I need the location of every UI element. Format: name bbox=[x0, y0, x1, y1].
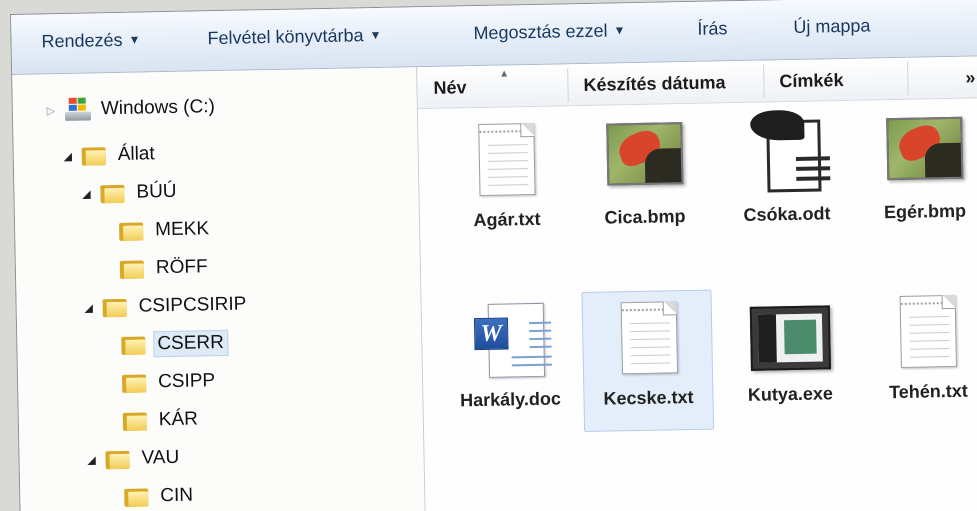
column-header-label: Készítés dátuma bbox=[583, 71, 726, 95]
folder-icon bbox=[121, 334, 146, 355]
tree-item-label: CSIPCSIRIP bbox=[138, 293, 247, 317]
folder-icon bbox=[119, 220, 144, 241]
share-with-menu[interactable]: Megosztás ezzel ▼ bbox=[473, 20, 625, 44]
folder-icon bbox=[122, 410, 148, 431]
bitmap-image-icon bbox=[886, 116, 964, 181]
column-divider[interactable] bbox=[907, 61, 909, 96]
text-file-icon bbox=[899, 294, 957, 368]
tree-item-drive-c[interactable]: ▷ Windows (C:) bbox=[43, 89, 216, 128]
tree-item-kar[interactable]: KÁR bbox=[122, 401, 198, 438]
dropdown-arrow-icon: ▼ bbox=[369, 27, 382, 43]
file-item-tehen[interactable]: Tehén.txt bbox=[861, 284, 977, 426]
file-name: Tehén.txt bbox=[888, 380, 968, 403]
tree-item-label: CSERR bbox=[153, 329, 229, 358]
file-name: Agár.txt bbox=[473, 208, 541, 231]
column-header-date[interactable]: Készítés dátuma bbox=[583, 60, 774, 106]
new-folder-label: Új mappa bbox=[793, 15, 871, 37]
column-header-label: Címkék bbox=[779, 69, 844, 91]
burn-button[interactable]: Írás bbox=[697, 18, 727, 40]
dropdown-arrow-icon: ▼ bbox=[613, 23, 626, 38]
file-item-csoka[interactable]: Csóka.odt bbox=[720, 107, 853, 249]
share-with-label: Megosztás ezzel bbox=[473, 20, 608, 44]
more-columns-chevron-icon: » bbox=[965, 66, 976, 88]
file-item-agar[interactable]: Agár.txt bbox=[440, 112, 573, 254]
file-name: Csóka.odt bbox=[743, 203, 831, 225]
bitmap-image-icon bbox=[606, 122, 684, 186]
folder-icon bbox=[124, 486, 149, 507]
navigation-pane: ▷ Windows (C:) ◢ Állat ◢ BÚÚ MEKK RÖFF ◢… bbox=[12, 67, 426, 511]
tree-item-mekk[interactable]: MEKK bbox=[119, 211, 210, 249]
tree-item-label: Windows (C:) bbox=[100, 96, 216, 120]
text-file-icon bbox=[620, 301, 679, 375]
folder-icon bbox=[100, 183, 125, 204]
organize-menu[interactable]: Rendezés ▼ bbox=[41, 30, 140, 53]
drive-icon bbox=[64, 97, 92, 121]
file-item-harkaly[interactable]: W Harkály.doc bbox=[443, 292, 576, 434]
include-library-label: Felvétel könyvtárba bbox=[207, 25, 364, 49]
burn-label: Írás bbox=[697, 18, 728, 39]
tree-item-label: VAU bbox=[141, 446, 180, 469]
file-name: Harkály.doc bbox=[459, 388, 562, 411]
folder-icon bbox=[121, 372, 147, 393]
file-item-kutya[interactable]: Kutya.exe bbox=[723, 287, 856, 429]
file-name: Kutya.exe bbox=[747, 383, 834, 405]
folder-icon bbox=[81, 145, 106, 166]
tree-item-cin[interactable]: CIN bbox=[124, 478, 193, 511]
tree-item-label: CIN bbox=[160, 484, 194, 507]
tree-item-label: Állat bbox=[117, 143, 155, 165]
file-name: Kecske.txt bbox=[603, 386, 694, 409]
dropdown-arrow-icon: ▼ bbox=[128, 32, 141, 47]
new-folder-button[interactable]: Új mappa bbox=[793, 15, 870, 37]
file-list: Agár.txt Cica.bmp Csóka.odt Egér.bmp W H… bbox=[417, 98, 977, 511]
file-item-cica[interactable]: Cica.bmp bbox=[578, 110, 711, 252]
tree-item-label: RÖFF bbox=[155, 256, 208, 279]
file-name: Egér.bmp bbox=[883, 200, 967, 223]
more-columns-button[interactable]: » bbox=[965, 56, 977, 98]
folder-icon bbox=[102, 297, 127, 318]
column-header-tags[interactable]: Címkék bbox=[779, 58, 900, 102]
collapse-arrow-icon[interactable]: ◢ bbox=[60, 149, 76, 162]
file-name: Cica.bmp bbox=[604, 206, 686, 228]
file-item-kecske[interactable]: Kecske.txt bbox=[581, 289, 715, 433]
word-document-icon: W bbox=[473, 302, 552, 380]
tree-item-label: KÁR bbox=[158, 408, 199, 431]
tree-item-buu[interactable]: ◢ BÚÚ bbox=[78, 174, 177, 212]
tree-item-label: BÚÚ bbox=[136, 180, 177, 203]
tree-item-allat[interactable]: ◢ Állat bbox=[59, 136, 155, 174]
collapse-arrow-icon[interactable]: ◢ bbox=[81, 301, 97, 314]
sort-ascending-icon: ▲ bbox=[499, 68, 510, 80]
file-item-eger[interactable]: Egér.bmp bbox=[858, 104, 977, 246]
folder-icon bbox=[119, 258, 145, 279]
collapse-arrow-icon[interactable]: ◢ bbox=[83, 453, 99, 466]
folder-icon bbox=[105, 449, 130, 470]
explorer-window: Rendezés ▼ Felvétel könyvtárba ▼ Megosztás… bbox=[10, 0, 977, 511]
application-icon bbox=[749, 305, 831, 371]
tree-item-roff[interactable]: RÖFF bbox=[119, 249, 208, 287]
tree-item-cserr[interactable]: CSERR bbox=[121, 325, 229, 363]
column-header-name[interactable]: Név ▲ bbox=[433, 64, 574, 109]
expand-arrow-icon[interactable]: ▷ bbox=[43, 104, 59, 117]
collapse-arrow-icon[interactable]: ◢ bbox=[78, 187, 94, 200]
include-in-library-menu[interactable]: Felvétel könyvtárba ▼ bbox=[207, 25, 381, 49]
tree-item-csipcsirip[interactable]: ◢ CSIPCSIRIP bbox=[80, 287, 247, 326]
organize-label: Rendezés bbox=[41, 29, 123, 52]
tree-item-csipp[interactable]: CSIPP bbox=[121, 363, 216, 401]
openoffice-document-icon bbox=[749, 109, 832, 195]
tree-item-label: MEKK bbox=[154, 218, 210, 241]
tree-item-label: CSIPP bbox=[157, 370, 216, 393]
text-file-icon bbox=[478, 122, 536, 197]
column-header-label: Név bbox=[433, 76, 467, 98]
tree-item-vau[interactable]: ◢ VAU bbox=[83, 440, 179, 478]
